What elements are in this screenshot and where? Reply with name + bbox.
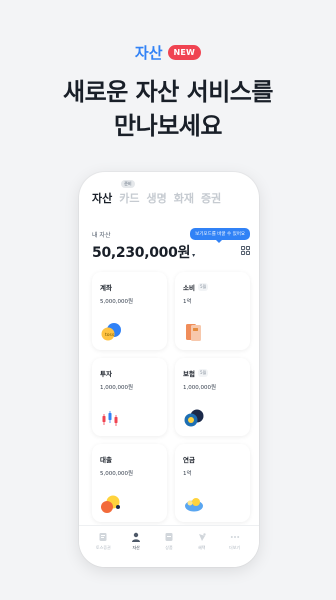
tab-card-badge: 준비	[121, 180, 135, 188]
card-account[interactable]: 계좌 5,000,000원 toss	[92, 272, 167, 350]
card-title-text: 대출	[100, 456, 112, 464]
card-insurance[interactable]: 보험 5월 1,000,000원	[175, 358, 250, 436]
tab-life[interactable]: 생명	[147, 190, 167, 206]
hero-section: 자산 NEW 새로운 자산 서비스를 만나보세요	[0, 42, 336, 143]
new-badge: NEW	[167, 45, 202, 60]
month-badge: 5월	[197, 369, 209, 377]
nav-item-more[interactable]: 더보기	[220, 532, 250, 567]
person-icon	[132, 532, 141, 542]
nav-label: 토스증권	[96, 545, 111, 550]
loan-coins-icon	[101, 495, 120, 513]
tab-fire[interactable]: 화재	[174, 190, 194, 206]
card-spending[interactable]: 소비 5월 1억	[175, 272, 250, 350]
card-title-text: 보험	[183, 370, 195, 378]
nav-label: 혜택	[198, 545, 206, 550]
card-title: 투자	[100, 368, 159, 378]
card-value: 5,000,000원	[100, 299, 134, 305]
hero-tag: 자산 NEW	[0, 42, 336, 63]
tab-asset[interactable]: 자산	[92, 190, 112, 206]
hero-title-line-2: 만나보세요	[114, 112, 222, 140]
card-pension[interactable]: 연금 1억	[175, 444, 250, 522]
hero-title: 새로운 자산 서비스를 만나보세요	[0, 75, 336, 143]
nav-item-home[interactable]: 토스증권	[88, 532, 118, 567]
hero-title-line-1: 새로운 자산 서비스를	[63, 78, 273, 106]
nav-label: 자산	[132, 545, 140, 550]
card-title-text: 소비	[183, 284, 195, 292]
card-title-text: 투자	[100, 370, 112, 378]
card-title: 소비 5월	[183, 282, 242, 292]
card-loan[interactable]: 대출 5,000,000원	[92, 444, 167, 522]
card-title: 대출	[100, 454, 159, 464]
nav-item-products[interactable]: 상품	[154, 532, 184, 567]
my-asset-amount[interactable]: 50,230,000원 ▾	[92, 242, 195, 262]
gift-icon	[198, 533, 206, 541]
card-title: 연금	[183, 454, 242, 464]
card-investment[interactable]: 투자 1,000,000원	[92, 358, 167, 436]
month-badge: 5월	[197, 283, 209, 291]
card-value: 5,000,000원	[100, 471, 134, 477]
home-doc-icon	[99, 533, 107, 541]
bank-coins-icon: toss	[101, 323, 121, 341]
tab-card[interactable]: 준비 카드	[119, 180, 140, 206]
chevron-down-icon: ▾	[192, 252, 195, 259]
nav-label: 더보기	[229, 545, 241, 550]
card-value: 1,000,000원	[100, 385, 134, 391]
svg-text:toss: toss	[105, 332, 115, 338]
umbrella-shield-icon	[184, 409, 204, 427]
tab-card-label: 카드	[119, 192, 140, 205]
card-value: 1억	[183, 471, 192, 477]
nav-item-benefits[interactable]: 혜택	[187, 532, 217, 567]
view-mode-tooltip: 보기모드를 바꿀 수 있어요	[190, 228, 250, 243]
asset-amount-value: 50,230,000원	[92, 245, 191, 261]
pension-piggy-icon	[185, 498, 203, 512]
card-title: 계좌	[100, 282, 159, 292]
hero-tag-label: 자산	[134, 44, 163, 62]
grid-view-icon[interactable]	[241, 246, 250, 255]
card-title-text: 계좌	[100, 284, 112, 292]
card-title-text: 연금	[183, 456, 195, 464]
card-title: 보험 5월	[183, 368, 242, 378]
category-tabs: 자산 준비 카드 생명 화재 증권	[92, 180, 221, 206]
more-dots-icon	[230, 536, 239, 538]
box-icon	[165, 533, 173, 541]
card-stack-icon	[186, 324, 201, 341]
my-asset-label: 내 자산	[92, 232, 111, 239]
card-value: 1억	[183, 299, 192, 305]
candle-chart-icon	[102, 411, 118, 426]
nav-item-asset[interactable]: 자산	[121, 532, 151, 567]
card-value: 1,000,000원	[183, 385, 217, 391]
nav-label: 상품	[165, 545, 173, 550]
tab-securities[interactable]: 증권	[201, 190, 221, 206]
bottom-navigation: 토스증권 자산 상품 혜택 더보기	[79, 525, 259, 567]
phone-mockup: 자산 준비 카드 생명 화재 증권 보기모드를 바꿀 수 있어요 내 자산 50…	[79, 172, 259, 567]
